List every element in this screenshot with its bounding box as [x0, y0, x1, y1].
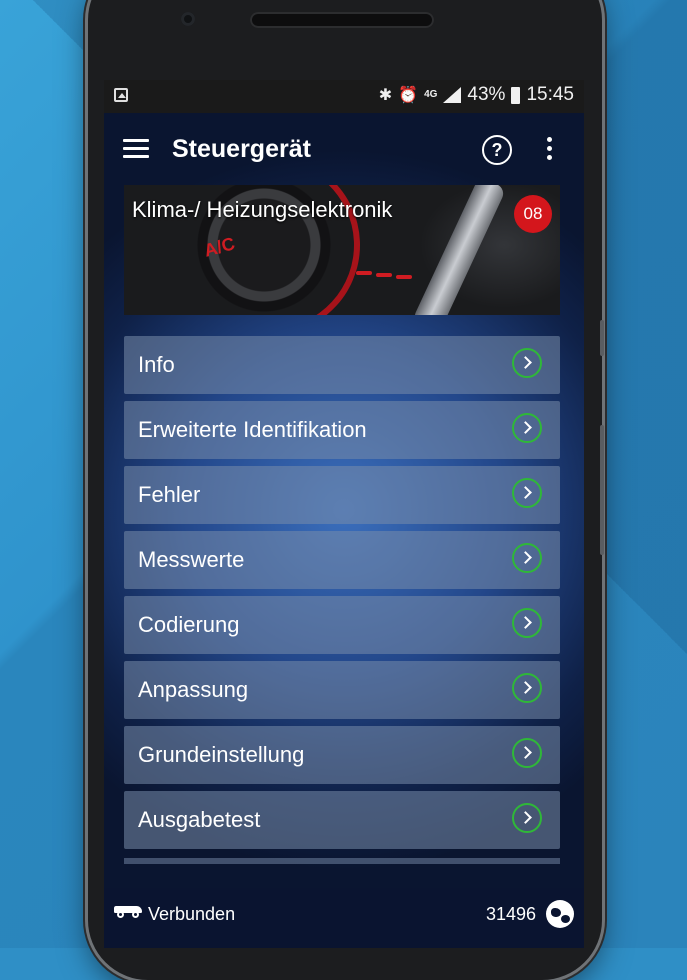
- function-menu: Info Erweiterte Identifikation Fehler Me…: [124, 336, 560, 856]
- menu-item-anpassung[interactable]: Anpassung: [124, 661, 560, 719]
- volume-button: [600, 320, 604, 356]
- chevron-right-icon: [512, 348, 542, 378]
- banner-indicator: [396, 275, 412, 279]
- menu-item-erweiterte-identifikation[interactable]: Erweiterte Identifikation: [124, 401, 560, 459]
- chevron-right-icon: [512, 608, 542, 638]
- menu-icon[interactable]: [123, 139, 149, 159]
- menu-item-info[interactable]: Info: [124, 336, 560, 394]
- menu-item-label: Fehler: [138, 482, 201, 507]
- signal-icon: [443, 87, 462, 103]
- chevron-right-icon: [512, 413, 542, 443]
- connection-status: Verbunden: [148, 904, 236, 924]
- menu-item-fehler[interactable]: Fehler: [124, 466, 560, 524]
- chevron-right-icon: [512, 543, 542, 573]
- module-title: Klima-/ Heizungselektronik: [132, 197, 393, 222]
- module-banner: A/C Klima-/ Heizungselektronik 08: [124, 185, 560, 315]
- help-icon[interactable]: ?: [482, 135, 512, 165]
- menu-item-label: Info: [138, 352, 175, 377]
- menu-item-label: Ausgabetest: [138, 807, 261, 832]
- menu-item-label: Messwerte: [138, 547, 245, 572]
- alarm-icon: ⏰: [398, 87, 419, 104]
- menu-item-grundeinstellung[interactable]: Grundeinstellung: [124, 726, 560, 784]
- globe-icon[interactable]: [546, 900, 574, 928]
- 4g-icon: 4G: [424, 89, 438, 100]
- power-button: [600, 425, 604, 555]
- menu-item-label: Anpassung: [138, 677, 249, 702]
- app-bar: Steuergerät ?: [104, 113, 584, 185]
- menu-item-label: Codierung: [138, 612, 240, 637]
- battery-icon: [511, 86, 521, 104]
- overflow-menu-icon[interactable]: [547, 137, 553, 161]
- screen: ✱ ⏰ 4G 43% 15:45 Steuergerät ? A/C Klima…: [104, 80, 584, 948]
- chevron-right-icon: [512, 803, 542, 833]
- clock: 15:45: [526, 84, 574, 105]
- connection-footer: Verbunden 31496: [104, 888, 584, 948]
- status-bar-right: ✱ ⏰ 4G 43% 15:45: [379, 84, 574, 106]
- menu-item-ausgabetest[interactable]: Ausgabetest: [124, 791, 560, 849]
- module-address-badge: 08: [514, 195, 552, 233]
- counter-value: 31496: [486, 904, 537, 924]
- banner-indicator: [376, 273, 392, 277]
- menu-item-partial[interactable]: [124, 858, 560, 864]
- status-bar: ✱ ⏰ 4G 43% 15:45: [104, 80, 584, 113]
- car-icon: [114, 902, 142, 918]
- bluetooth-icon: ✱: [378, 87, 393, 104]
- front-camera: [181, 12, 195, 26]
- menu-item-codierung[interactable]: Codierung: [124, 596, 560, 654]
- menu-item-label: Erweiterte Identifikation: [138, 417, 367, 442]
- menu-item-label: Grundeinstellung: [138, 742, 305, 767]
- image-notification-icon: [114, 88, 128, 102]
- chevron-right-icon: [512, 738, 542, 768]
- banner-trim: [411, 185, 507, 315]
- banner-indicator: [356, 271, 372, 275]
- page-title: Steuergerät: [172, 135, 311, 163]
- battery-percent: 43%: [467, 84, 506, 105]
- earpiece-speaker: [250, 12, 434, 28]
- chevron-right-icon: [512, 673, 542, 703]
- chevron-right-icon: [512, 478, 542, 508]
- menu-item-messwerte[interactable]: Messwerte: [124, 531, 560, 589]
